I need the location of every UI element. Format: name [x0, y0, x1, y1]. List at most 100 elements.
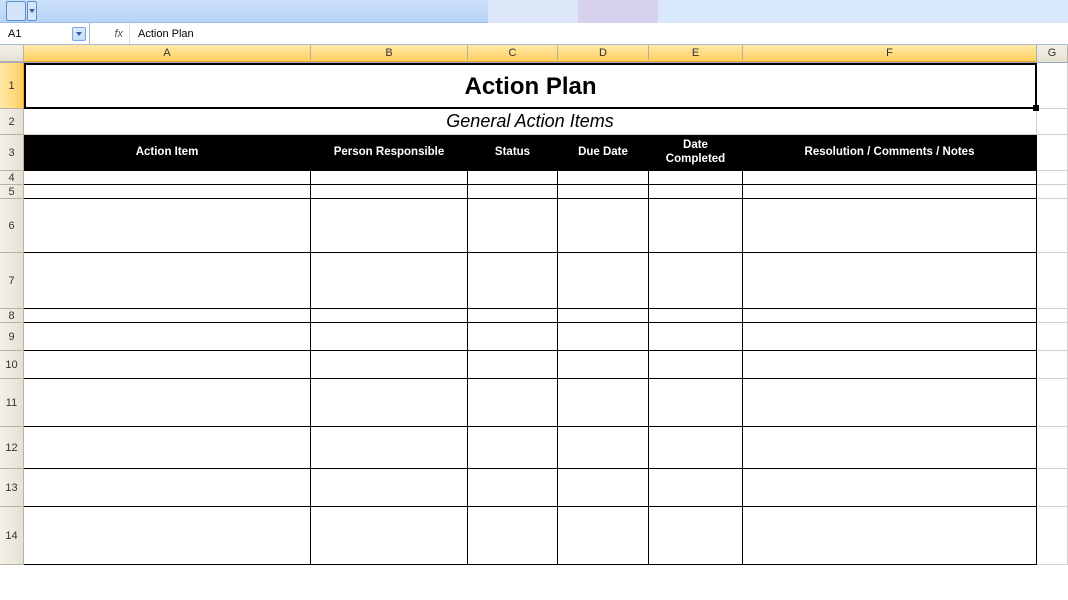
cell-d9[interactable] — [558, 323, 649, 351]
cell-g13[interactable] — [1037, 469, 1068, 507]
row-header-2[interactable]: 2 — [0, 109, 24, 135]
row-header-4[interactable]: 4 — [0, 171, 24, 185]
cell-e12[interactable] — [649, 427, 743, 469]
cell-c5[interactable] — [468, 185, 558, 199]
cell-d8[interactable] — [558, 309, 649, 323]
cell-e11[interactable] — [649, 379, 743, 427]
cell-g10[interactable] — [1037, 351, 1068, 379]
cell-b6[interactable] — [311, 199, 468, 253]
cell-b13[interactable] — [311, 469, 468, 507]
cell-c11[interactable] — [468, 379, 558, 427]
cell-b5[interactable] — [311, 185, 468, 199]
cell-d13[interactable] — [558, 469, 649, 507]
row-header-14[interactable]: 14 — [0, 507, 24, 565]
select-all-corner[interactable] — [0, 45, 24, 62]
cell-g12[interactable] — [1037, 427, 1068, 469]
cell-b4[interactable] — [311, 171, 468, 185]
row-header-10[interactable]: 10 — [0, 351, 24, 379]
cell-g1[interactable] — [1037, 63, 1068, 109]
cell-c4[interactable] — [468, 171, 558, 185]
cell-d11[interactable] — [558, 379, 649, 427]
cell-a10[interactable] — [24, 351, 311, 379]
cell-a9[interactable] — [24, 323, 311, 351]
column-header-f[interactable]: F — [743, 45, 1037, 62]
cell-g8[interactable] — [1037, 309, 1068, 323]
row-header-13[interactable]: 13 — [0, 469, 24, 507]
cell-e4[interactable] — [649, 171, 743, 185]
cell-e7[interactable] — [649, 253, 743, 309]
cell-e10[interactable] — [649, 351, 743, 379]
cell-e9[interactable] — [649, 323, 743, 351]
cell-d7[interactable] — [558, 253, 649, 309]
cell-b8[interactable] — [311, 309, 468, 323]
column-header-b[interactable]: B — [311, 45, 468, 62]
row-header-9[interactable]: 9 — [0, 323, 24, 351]
cell-e6[interactable] — [649, 199, 743, 253]
row-header-8[interactable]: 8 — [0, 309, 24, 323]
header-status[interactable]: Status — [468, 135, 558, 171]
quick-tool-button[interactable] — [6, 1, 26, 21]
cell-e14[interactable] — [649, 507, 743, 565]
cell-c13[interactable] — [468, 469, 558, 507]
header-action-item[interactable]: Action Item — [24, 135, 311, 171]
name-box[interactable]: A1 — [0, 23, 90, 44]
cell-f9[interactable] — [743, 323, 1037, 351]
cell-e8[interactable] — [649, 309, 743, 323]
formula-input[interactable] — [130, 23, 1068, 44]
cell-a14[interactable] — [24, 507, 311, 565]
cell-c6[interactable] — [468, 199, 558, 253]
cell-d14[interactable] — [558, 507, 649, 565]
column-header-g[interactable]: G — [1037, 45, 1068, 62]
cell-f4[interactable] — [743, 171, 1037, 185]
cell-f13[interactable] — [743, 469, 1037, 507]
cell-g3[interactable] — [1037, 135, 1068, 171]
cell-b9[interactable] — [311, 323, 468, 351]
cell-b7[interactable] — [311, 253, 468, 309]
row-header-3[interactable]: 3 — [0, 135, 24, 171]
row-header-11[interactable]: 11 — [0, 379, 24, 427]
header-resolution[interactable]: Resolution / Comments / Notes — [743, 135, 1037, 171]
cell-g4[interactable] — [1037, 171, 1068, 185]
cell-g14[interactable] — [1037, 507, 1068, 565]
cell-g9[interactable] — [1037, 323, 1068, 351]
cell-c10[interactable] — [468, 351, 558, 379]
cell-f11[interactable] — [743, 379, 1037, 427]
cell-f6[interactable] — [743, 199, 1037, 253]
column-header-e[interactable]: E — [649, 45, 743, 62]
cell-g11[interactable] — [1037, 379, 1068, 427]
row-header-1[interactable]: 1 — [0, 63, 24, 109]
header-due-date[interactable]: Due Date — [558, 135, 649, 171]
quick-tool-dropdown[interactable] — [27, 1, 37, 21]
cell-e13[interactable] — [649, 469, 743, 507]
column-header-c[interactable]: C — [468, 45, 558, 62]
cell-a4[interactable] — [24, 171, 311, 185]
row-header-6[interactable]: 6 — [0, 199, 24, 253]
spreadsheet-grid[interactable]: A B C D E F G 1 Action Plan 2 General Ac… — [0, 45, 1068, 565]
cell-d12[interactable] — [558, 427, 649, 469]
column-header-d[interactable]: D — [558, 45, 649, 62]
cell-g6[interactable] — [1037, 199, 1068, 253]
cell-d5[interactable] — [558, 185, 649, 199]
name-box-dropdown[interactable] — [72, 27, 86, 41]
cell-a5[interactable] — [24, 185, 311, 199]
row-header-7[interactable]: 7 — [0, 253, 24, 309]
cell-f10[interactable] — [743, 351, 1037, 379]
cell-b12[interactable] — [311, 427, 468, 469]
fx-icon[interactable]: fx — [90, 23, 130, 44]
cell-d10[interactable] — [558, 351, 649, 379]
header-date-completed[interactable]: Date Completed — [649, 135, 743, 171]
cell-f14[interactable] — [743, 507, 1037, 565]
cell-a7[interactable] — [24, 253, 311, 309]
cell-a12[interactable] — [24, 427, 311, 469]
cell-c9[interactable] — [468, 323, 558, 351]
row-header-12[interactable]: 12 — [0, 427, 24, 469]
cell-c8[interactable] — [468, 309, 558, 323]
column-header-a[interactable]: A — [24, 45, 311, 62]
cell-e5[interactable] — [649, 185, 743, 199]
header-person-responsible[interactable]: Person Responsible — [311, 135, 468, 171]
cell-b10[interactable] — [311, 351, 468, 379]
row-header-5[interactable]: 5 — [0, 185, 24, 199]
cell-d6[interactable] — [558, 199, 649, 253]
cell-f5[interactable] — [743, 185, 1037, 199]
cell-f7[interactable] — [743, 253, 1037, 309]
